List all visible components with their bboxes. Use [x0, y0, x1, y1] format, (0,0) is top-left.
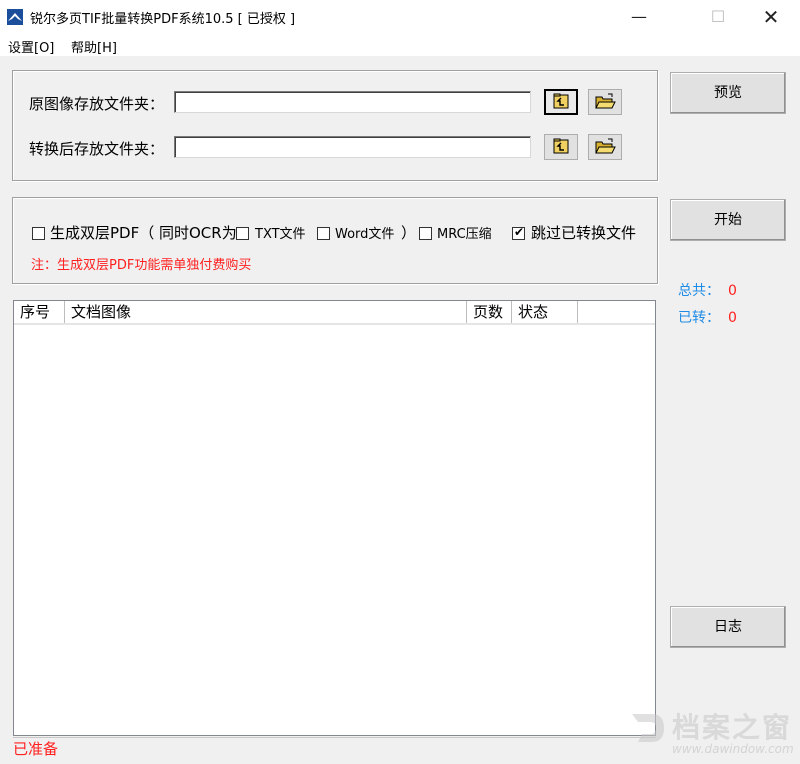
- window-title: 锐尔多页TIF批量转换PDF系统10.5 [ 已授权 ]: [30, 12, 296, 27]
- app-logo-icon: [7, 9, 23, 25]
- watermark-logo-icon: [632, 714, 664, 742]
- status-bar: 已准备: [13, 737, 656, 758]
- word-file-label: Word文件: [335, 227, 395, 242]
- menu-help[interactable]: 帮助[H]: [71, 37, 117, 56]
- options-group: 生成双层PDF（ 同时OCR为 TXT文件 Word文件 ） MRC压缩 ✔ 跳…: [12, 197, 658, 284]
- column-document[interactable]: 文档图像: [65, 301, 467, 323]
- column-index[interactable]: 序号: [14, 301, 65, 323]
- status-text: 已准备: [13, 740, 59, 758]
- mrc-compress-label: MRC压缩: [437, 227, 492, 242]
- paid-feature-note: 注：生成双层PDF功能需单独付费购买: [31, 258, 252, 273]
- total-count: 总共： 0: [678, 280, 737, 300]
- watermark-url: www.dawindow.com: [672, 742, 794, 756]
- output-folder-label: 转换后存放文件夹：: [29, 140, 165, 158]
- folder-up-icon: [553, 138, 569, 154]
- dual-layer-pdf-label: 生成双层PDF（: [50, 224, 155, 242]
- menu-bar: 设置[O] 帮助[H]: [0, 34, 800, 56]
- converted-count: 已转： 0: [678, 307, 737, 327]
- log-button[interactable]: 日志: [670, 606, 786, 648]
- start-button[interactable]: 开始: [670, 199, 786, 241]
- column-pages[interactable]: 页数: [467, 301, 512, 323]
- source-up-folder-button[interactable]: [544, 89, 578, 115]
- list-header: 序号 文档图像 页数 状态: [14, 301, 655, 325]
- watermark: 档案之窗 www.dawindow.com: [628, 706, 798, 758]
- open-folder-icon: [595, 138, 616, 154]
- word-file-checkbox[interactable]: [317, 227, 330, 240]
- total-label: 总共：: [678, 283, 720, 299]
- skip-converted-checkbox[interactable]: ✔: [512, 225, 525, 240]
- folder-group: 原图像存放文件夹： 转换后存放文件夹：: [12, 70, 658, 181]
- txt-file-label: TXT文件: [255, 227, 306, 242]
- dual-layer-pdf-checkbox[interactable]: [32, 227, 45, 240]
- output-up-folder-button[interactable]: [544, 134, 578, 160]
- converted-label: 已转：: [678, 310, 720, 326]
- output-folder-input[interactable]: [174, 136, 531, 158]
- close-paren: ）: [401, 224, 417, 242]
- source-folder-label: 原图像存放文件夹：: [29, 95, 165, 113]
- close-button[interactable]: ✕: [748, 0, 794, 34]
- folder-up-icon: [553, 93, 569, 109]
- open-folder-icon: [595, 93, 616, 109]
- title-bar: 锐尔多页TIF批量转换PDF系统10.5 [ 已授权 ] — ☐ ✕: [0, 0, 800, 34]
- source-folder-input[interactable]: [174, 91, 531, 113]
- total-value: 0: [728, 283, 737, 299]
- txt-file-checkbox[interactable]: [236, 227, 249, 240]
- maximize-button[interactable]: ☐: [695, 0, 741, 34]
- file-list[interactable]: 序号 文档图像 页数 状态: [13, 300, 656, 736]
- menu-settings[interactable]: 设置[O]: [8, 37, 54, 56]
- watermark-brand: 档案之窗: [672, 711, 793, 744]
- checkmark-icon: ✔: [514, 225, 525, 239]
- minimize-button[interactable]: —: [616, 0, 662, 34]
- converted-value: 0: [728, 310, 737, 326]
- skip-converted-label: 跳过已转换文件: [531, 224, 637, 242]
- mrc-compress-checkbox[interactable]: [419, 227, 432, 240]
- column-status[interactable]: 状态: [512, 301, 578, 323]
- ocr-prefix-label: 同时OCR为: [159, 224, 237, 242]
- source-browse-button[interactable]: [588, 89, 622, 115]
- client-area: 原图像存放文件夹： 转换后存放文件夹： 生成双层PDF（ 同时OCR为 TXT文…: [0, 56, 800, 764]
- output-browse-button[interactable]: [588, 134, 622, 160]
- preview-button[interactable]: 预览: [670, 72, 786, 114]
